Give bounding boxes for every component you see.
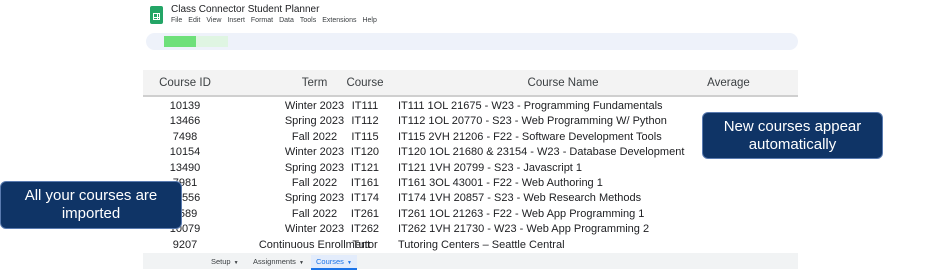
toolbar-highlight — [164, 36, 196, 47]
cell-course-name[interactable]: IT262 1VH 21730 - W23 - Web App Programm… — [398, 222, 649, 237]
cell-course[interactable]: IT115 — [333, 130, 397, 145]
menu-bar: File Edit View Insert Format Data Tools … — [171, 17, 377, 24]
cell-course-id[interactable]: 13466 — [143, 114, 227, 129]
header-course-id[interactable]: Course ID — [143, 77, 227, 89]
menu-view[interactable]: View — [206, 17, 221, 24]
cell-course[interactable]: IT161 — [333, 176, 397, 191]
cell-course[interactable]: IT112 — [333, 114, 397, 129]
menu-format[interactable]: Format — [251, 17, 273, 24]
table-row[interactable]: 13556 Spring 2023 IT174 IT174 1VH 20857 - S… — [143, 191, 798, 206]
cell-course-name[interactable]: IT112 1OL 20770 - S23 - Web Programming … — [398, 114, 667, 129]
table-row[interactable]: 10079 Winter 2023 IT262 IT262 1VH 21730 - W… — [143, 222, 798, 237]
sheet-tabs: Setup ▼ Assignments ▼ Courses ▼ — [143, 253, 798, 270]
cell-course-name[interactable]: IT161 3OL 43001 - F22 - Web Authoring 1 — [398, 176, 603, 191]
chevron-down-icon: ▼ — [233, 260, 239, 266]
table-row[interactable]: 9207 Continuous Enrollment Tutor Tutoring C… — [143, 238, 798, 253]
cell-course-name[interactable]: IT121 1VH 20799 - S23 - Javascript 1 — [398, 161, 582, 176]
menu-extensions[interactable]: Extensions — [322, 17, 356, 24]
cell-course-id[interactable]: 7498 — [143, 130, 227, 145]
cell-course-name[interactable]: IT111 1OL 21675 - W23 - Programming Fund… — [398, 99, 663, 114]
menu-insert[interactable]: Insert — [227, 17, 245, 24]
callout-new-courses-line2: automatically — [748, 135, 837, 153]
header-course[interactable]: Course — [333, 77, 397, 89]
chevron-down-icon: ▼ — [298, 260, 304, 266]
cell-course-id[interactable]: 13490 — [143, 161, 227, 176]
chevron-down-icon: ▼ — [346, 260, 352, 266]
header-average[interactable]: Average — [671, 77, 786, 89]
table-row[interactable]: 7589 Fall 2022 IT261 IT261 1OL 21263 - F22 … — [143, 207, 798, 222]
callout-imported-line2: imported — [61, 205, 121, 222]
cell-course-name[interactable]: IT174 1VH 20857 - S23 - Web Research Met… — [398, 191, 641, 206]
cell-course[interactable]: IT261 — [333, 207, 397, 222]
cell-course-id[interactable]: 10154 — [143, 145, 227, 160]
toolbar — [146, 33, 798, 50]
menu-file[interactable]: File — [171, 17, 182, 24]
cell-course[interactable]: IT111 — [333, 99, 397, 114]
cell-course-name[interactable]: IT115 2VH 21206 - F22 - Software Develop… — [398, 130, 662, 145]
cell-course-id[interactable]: 10139 — [143, 99, 227, 114]
menu-edit[interactable]: Edit — [188, 17, 200, 24]
cell-course-id[interactable]: 9207 — [143, 238, 227, 253]
menu-data[interactable]: Data — [279, 17, 294, 24]
cell-course[interactable]: IT262 — [333, 222, 397, 237]
tab-assignments[interactable]: Assignments ▼ — [248, 255, 309, 268]
cell-course[interactable]: IT174 — [333, 191, 397, 206]
table-row[interactable]: 10154 Winter 2023 IT120 IT120 1OL 21680 & 2… — [143, 145, 798, 160]
cell-course-name[interactable]: IT120 1OL 21680 & 23154 - W23 - Database… — [398, 145, 684, 160]
table-row[interactable]: 13490 Spring 2023 IT121 IT121 1VH 20799 - S… — [143, 161, 798, 176]
tab-courses[interactable]: Courses ▼ — [311, 255, 357, 270]
table-row[interactable]: 7498 Fall 2022 IT115 IT115 2VH 21206 - F22 … — [143, 130, 798, 145]
callout-new-courses-line1: New courses appear — [723, 117, 862, 135]
callout-imported-line1: All your courses are — [24, 187, 158, 204]
cell-course[interactable]: IT121 — [333, 161, 397, 176]
cell-course-name[interactable]: Tutoring Centers – Seattle Central — [398, 238, 565, 253]
courses-sheet: Course ID Term Course Course Name Averag… — [143, 70, 798, 252]
callout-new-courses: New courses appear automatically — [702, 112, 883, 159]
cell-course[interactable]: Tutor — [333, 238, 397, 253]
sheets-app-icon[interactable] — [150, 6, 163, 24]
cell-course-name[interactable]: IT261 1OL 21263 - F22 - Web App Programm… — [398, 207, 644, 222]
menu-help[interactable]: Help — [362, 17, 376, 24]
cell-course[interactable]: IT120 — [333, 145, 397, 160]
table-row[interactable]: 7981 Fall 2022 IT161 IT161 3OL 43001 - F22 … — [143, 176, 798, 191]
tab-setup[interactable]: Setup ▼ — [206, 255, 244, 268]
header-row: Course ID Term Course Course Name Averag… — [143, 70, 798, 97]
table-row[interactable]: 10139 Winter 2023 IT111 IT111 1OL 21675 - W… — [143, 99, 798, 114]
table-row[interactable]: 13466 Spring 2023 IT112 IT112 1OL 20770 - S… — [143, 114, 798, 129]
toolbar-highlight-light — [196, 36, 228, 47]
document-title[interactable]: Class Connector Student Planner — [171, 4, 319, 15]
menu-tools[interactable]: Tools — [300, 17, 316, 24]
callout-imported: All your courses are imported — [0, 181, 182, 229]
